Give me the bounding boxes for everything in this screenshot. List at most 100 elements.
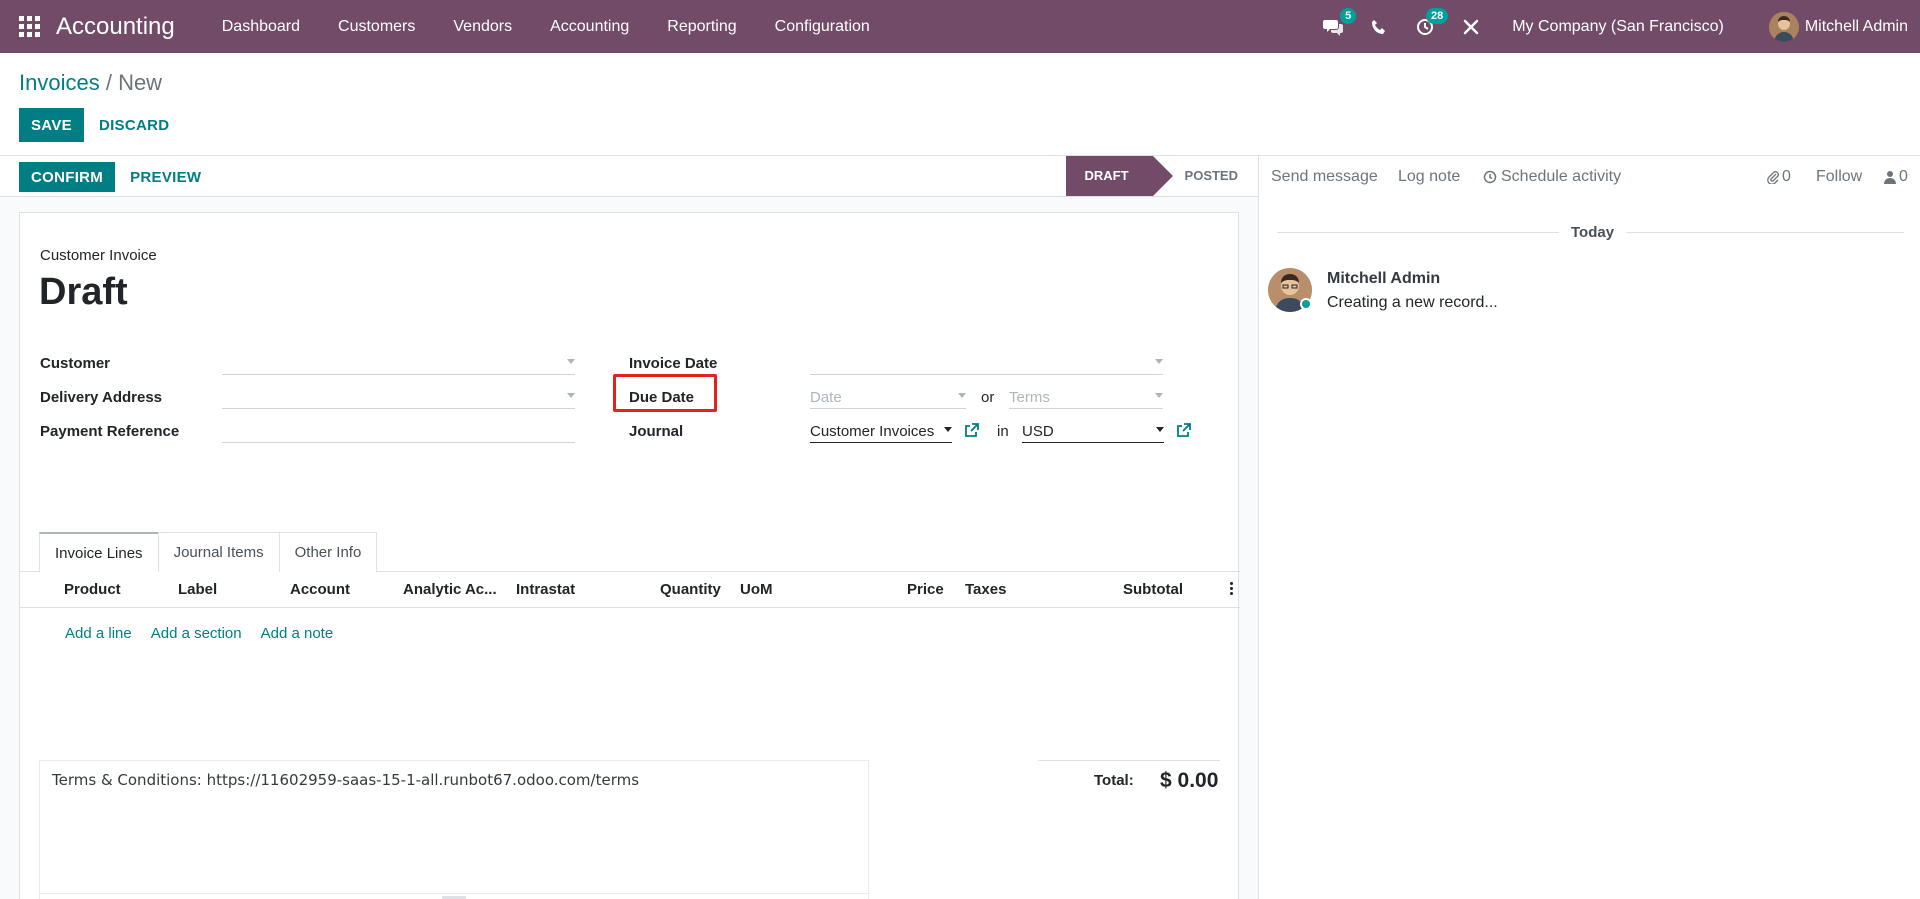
schedule-activity-button[interactable]: Schedule activity [1483,168,1621,186]
journal-value: Customer Invoices [810,423,935,440]
status-step-posted[interactable]: POSTED [1153,156,1258,196]
col-product[interactable]: Product [64,581,121,598]
menu-configuration[interactable]: Configuration [756,0,889,53]
chatter-topbar: Send message Log note Schedule activity … [1259,156,1920,197]
terms-conditions-editor[interactable]: Terms & Conditions: https://11602959-saa… [39,760,870,899]
delivery-address-label: Delivery Address [40,389,163,406]
customer-label: Customer [40,355,111,372]
menu-vendors[interactable]: Vendors [434,0,531,53]
terms-resize-bar [40,893,870,899]
main-menu: Dashboard Customers Vendors Accounting R… [203,0,889,53]
invoice-lines-header: Product Label Account Analytic Ac... Int… [20,572,1240,608]
col-analytic-account[interactable]: Analytic Ac... [403,581,497,598]
user-name: Mitchell Admin [1804,17,1908,35]
confirm-button[interactable]: CONFIRM [19,162,116,192]
app-brand[interactable]: Accounting [56,13,175,41]
status-step-draft[interactable]: DRAFT [1066,156,1173,196]
add-a-line-link[interactable]: Add a line [65,625,132,642]
menu-customers[interactable]: Customers [319,0,434,53]
attachments-count: 0 [1782,168,1791,185]
clock-icon[interactable]: 28 [1414,7,1449,38]
form-view: CONFIRM PREVIEW DRAFT POSTED Customer In… [0,156,1258,899]
external-link-icon[interactable] [1176,423,1191,438]
col-quantity[interactable]: Quantity [660,581,721,598]
apps-grid-icon[interactable] [19,15,41,38]
status-steps: DRAFT POSTED [1066,156,1258,196]
form-sheet: Customer Invoice Draft Customer Delivery… [19,212,1240,899]
schedule-activity-label: Schedule activity [1501,168,1622,185]
menu-dashboard[interactable]: Dashboard [203,0,319,53]
terms-text: Terms & Conditions: https://11602959-saa… [52,771,640,789]
in-text: in [997,423,1009,440]
customer-input[interactable] [222,353,575,375]
payment-terms-placeholder: Terms [1009,389,1050,406]
control-buttons: SAVE DISCARD [19,108,184,142]
statusbar-buttons: CONFIRM PREVIEW [19,162,216,192]
discard-button[interactable]: DISCARD [84,108,184,142]
message-author[interactable]: Mitchell Admin [1327,270,1440,288]
payment-reference-input[interactable] [222,421,575,443]
invoice-date-label: Invoice Date [629,355,718,372]
online-status-icon [1300,298,1312,310]
payment-terms-input[interactable]: Terms [1009,387,1163,409]
paperclip-icon [1767,171,1779,184]
total-value: $ 0.00 [1160,769,1219,792]
col-label[interactable]: Label [178,581,217,598]
add-a-note-link[interactable]: Add a note [261,625,334,642]
chevron-down-icon [958,393,966,398]
top-navbar: Accounting Dashboard Customers Vendors A… [0,0,1920,53]
add-line-links: Add a line Add a section Add a note [65,625,352,642]
tab-journal-items[interactable]: Journal Items [157,532,280,572]
col-subtotal[interactable]: Subtotal [1123,581,1183,598]
log-note-button[interactable]: Log note [1398,168,1460,186]
user-avatar [1768,11,1799,42]
col-uom[interactable]: UoM [740,581,773,598]
document-type: Customer Invoice [40,247,157,264]
external-link-icon[interactable] [964,423,979,438]
currency-select[interactable]: USD [1022,421,1164,443]
breadcrumb-invoices[interactable]: Invoices [19,70,100,95]
chatter-panel: Send message Log note Schedule activity … [1258,156,1920,899]
breadcrumb: Invoices / New [19,70,162,96]
chevron-down-icon [1155,359,1163,364]
chevron-down-icon [1156,427,1164,432]
or-text: or [981,389,995,406]
chevron-down-icon [567,393,575,398]
followers-count: 0 [1899,168,1908,185]
due-date-input[interactable]: Date [810,387,966,409]
chat-bubbles-icon[interactable]: 5 [1322,7,1357,38]
followers-button[interactable]: 0 [1884,168,1908,186]
delivery-address-input[interactable] [222,387,575,409]
col-taxes[interactable]: Taxes [965,581,1006,598]
column-options-icon[interactable] [1230,582,1234,598]
col-account[interactable]: Account [290,581,350,598]
journal-select[interactable]: Customer Invoices [810,421,952,443]
tab-other-info[interactable]: Other Info [278,532,378,572]
user-menu[interactable]: Mitchell Admin [1768,11,1908,42]
add-a-section-link[interactable]: Add a section [151,625,242,642]
col-price[interactable]: Price [907,581,944,598]
notebook-tabs: Invoice Lines Journal Items Other Info [39,532,378,572]
messages-badge: 5 [1340,7,1357,24]
chevron-down-icon [567,359,575,364]
phone-icon[interactable] [1368,16,1390,38]
follow-button[interactable]: Follow [1816,168,1862,186]
activities-badge: 28 [1425,7,1449,24]
tools-icon[interactable] [1460,16,1482,38]
due-date-placeholder: Date [810,389,842,406]
menu-reporting[interactable]: Reporting [648,0,755,53]
date-separator-label: Today [1559,224,1627,241]
chevron-down-icon [944,427,952,432]
totals-divider [1038,760,1220,761]
clock-icon [1483,170,1497,184]
tab-invoice-lines[interactable]: Invoice Lines [39,532,159,572]
save-button[interactable]: SAVE [19,108,84,142]
breadcrumb-separator: / [99,70,119,95]
preview-button[interactable]: PREVIEW [115,162,216,192]
menu-accounting[interactable]: Accounting [531,0,648,53]
invoice-date-input[interactable] [810,353,1163,375]
send-message-button[interactable]: Send message [1271,168,1378,186]
attachments-button[interactable]: 0 [1767,168,1791,186]
company-switcher[interactable]: My Company (San Francisco) [1512,18,1724,36]
col-intrastat[interactable]: Intrastat [516,581,575,598]
